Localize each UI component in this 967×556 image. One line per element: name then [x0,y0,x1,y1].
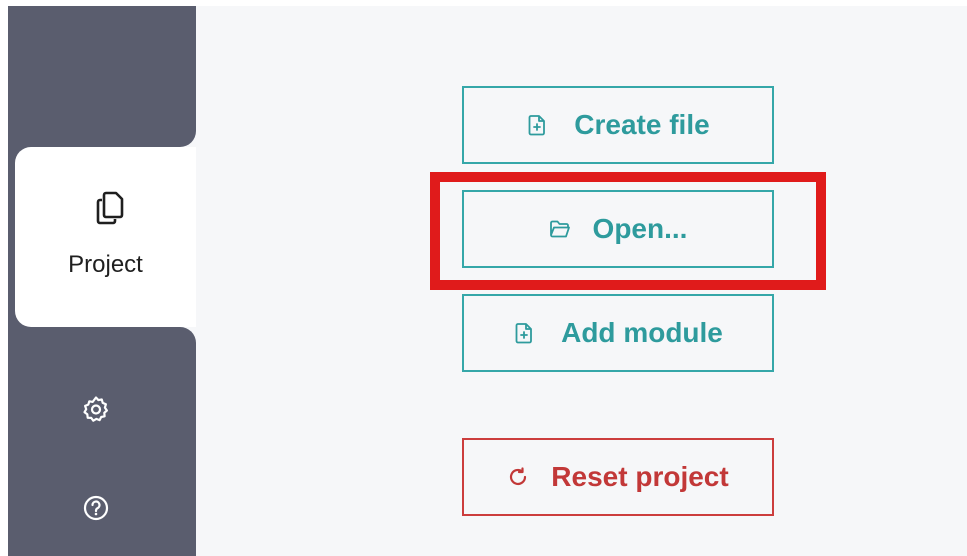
open-label: Open... [592,213,688,244]
create-file-button[interactable]: Create file [462,86,774,164]
reset-project-button[interactable]: Reset project [462,438,774,516]
create-file-label: Create file [574,109,710,140]
file-plus-icon [515,323,533,344]
sidebar-tab-label: Project [68,251,143,278]
folder-open-icon [549,220,570,238]
add-module-label: Add module [561,317,723,348]
sidebar-tab-project[interactable]: Project [15,147,196,327]
refresh-icon [510,467,527,486]
open-button[interactable]: Open... [462,190,774,268]
app-screen: Project Create file Open... Add module R… [0,0,967,556]
file-plus-icon [528,115,546,136]
reset-project-label: Reset project [551,461,729,492]
copy-files-icon [96,191,124,225]
add-module-button[interactable]: Add module [462,294,774,372]
help-circle-icon[interactable] [81,493,111,523]
tab-corner-bottom [180,327,196,343]
tab-corner-top [180,131,196,147]
gear-icon[interactable] [81,394,111,424]
